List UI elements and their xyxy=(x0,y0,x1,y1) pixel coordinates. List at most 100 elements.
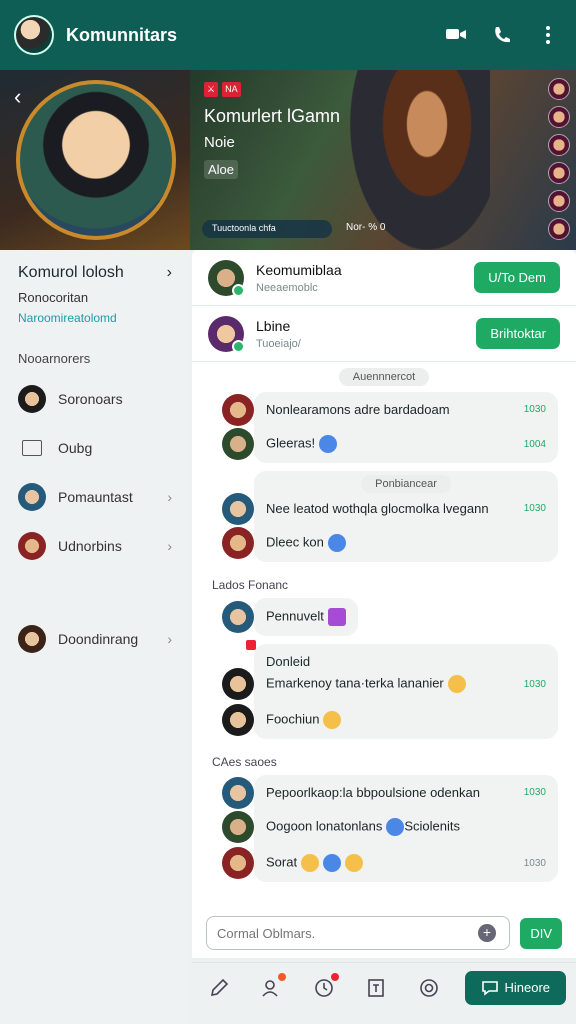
notification-dot xyxy=(278,972,286,981)
message-text: Nonlearamons adre bardadoam xyxy=(266,402,450,417)
profile-item-2[interactable]: Pomauntast › xyxy=(0,472,190,521)
profile-item-label: Soronoars xyxy=(58,390,123,407)
message-thread: Pepoorlkaop:la bbpoulsione odenkan 1030 … xyxy=(210,775,558,882)
hero-thumb-icon[interactable] xyxy=(548,106,570,128)
message-text: Gleeras! xyxy=(266,435,316,451)
settings-icon[interactable] xyxy=(412,971,446,1005)
thread-header: Ponbiancear xyxy=(361,475,451,493)
profile-item-4[interactable]: Doondinrang › xyxy=(0,614,190,663)
game-banner[interactable]: ⚔ NA Komurlert lGamn Noie Aloe Tuuctoonl… xyxy=(190,70,576,250)
chat-bubble-icon xyxy=(481,980,498,996)
message-text: Nee leatod wothqla glocmolka lvegann xyxy=(266,501,489,516)
contact-name: Lbine xyxy=(256,317,291,334)
emoji-icon xyxy=(301,854,320,872)
avatar xyxy=(18,531,46,560)
contact-action-button[interactable]: U/To Dem xyxy=(474,262,560,293)
message-row[interactable]: Nonlearamons adre bardadoam 1030 xyxy=(222,393,546,426)
date-separator: Auennnercot xyxy=(338,368,430,386)
add-attachment-icon[interactable]: + xyxy=(478,924,496,942)
chevron-right-icon: › xyxy=(167,537,172,554)
emoji-icon xyxy=(327,534,346,552)
avatar xyxy=(18,384,46,413)
message-time: 1030 xyxy=(523,404,546,415)
message-thread: Ponbiancear Nee leatod wothqla glocmolka… xyxy=(210,471,558,562)
hero-thumb-icon[interactable] xyxy=(548,190,570,212)
video-call-icon[interactable] xyxy=(442,21,470,49)
hero-thumb-icon[interactable] xyxy=(548,134,570,156)
avatar xyxy=(18,482,46,511)
contact-row[interactable]: Keomumiblaa Neeaemoblc U/To Dem xyxy=(192,250,576,306)
avatar xyxy=(222,527,254,559)
message-row[interactable]: Nee leatod wothqla glocmolka lvegann 103… xyxy=(222,492,546,525)
banner-badges: ⚔ NA xyxy=(204,82,241,97)
contact-row[interactable]: Lbine Tuoeiajo/ Brihtoktar xyxy=(192,306,576,362)
edit-icon[interactable] xyxy=(202,971,236,1005)
message-row[interactable]: Dleec kon xyxy=(222,527,546,559)
message-row[interactable]: Oogoon lonatonlans Sciolenits xyxy=(222,811,546,843)
document-icon[interactable] xyxy=(360,971,394,1005)
more-menu-icon[interactable] xyxy=(534,21,562,49)
profile-item-3[interactable]: Udnorbins › xyxy=(0,521,190,570)
primary-action-label: Hineore xyxy=(504,980,551,995)
profile-item-label: Udnorbins xyxy=(58,537,122,554)
phone-icon[interactable] xyxy=(488,21,516,49)
emoji-icon xyxy=(327,608,346,626)
message-row[interactable]: Sorat 1030 xyxy=(222,847,546,879)
contact-action-button[interactable]: Brihtoktar xyxy=(476,318,560,349)
avatar xyxy=(222,601,254,633)
back-arrow-icon[interactable]: ‹ xyxy=(14,84,21,110)
message-composer: + DIV xyxy=(192,908,576,958)
message-row[interactable]: Foochiun xyxy=(222,704,546,736)
message-row[interactable]: Pepoorlkaop:la bbpoulsione odenkan 1030 xyxy=(222,776,546,809)
activity-icon[interactable] xyxy=(307,971,341,1005)
chevron-right-icon: › xyxy=(167,630,172,647)
message-row[interactable]: Emarkenoy tana·terka lananier 1030 xyxy=(222,668,546,700)
message-text: Foochiun xyxy=(266,711,320,727)
message-row[interactable]: Gleeras! 1004 xyxy=(222,428,546,460)
profile-item-label: Pomauntast xyxy=(58,488,133,505)
chevron-right-icon: › xyxy=(167,488,172,505)
bottom-nav: Hineore xyxy=(192,962,576,1012)
app-avatar[interactable] xyxy=(14,15,54,55)
chevron-right-icon: › xyxy=(166,264,172,281)
top-bar: Komunnitars xyxy=(0,0,576,70)
message-text: Sorat xyxy=(266,854,298,870)
banner-chip[interactable]: Tuuctoonla chfa xyxy=(202,220,332,238)
avatar xyxy=(222,704,254,736)
notification-dot xyxy=(246,640,256,650)
primary-action-button[interactable]: Hineore xyxy=(464,970,567,1005)
profile-section-title: Nooarnorers xyxy=(18,351,91,366)
contact-status: Tuoeiajo/ xyxy=(256,337,301,350)
avatar xyxy=(222,428,254,460)
profile-item-0[interactable]: Soronoars xyxy=(0,374,190,423)
avatar xyxy=(222,847,254,879)
profile-subtitle: Ronocoritan xyxy=(18,290,89,305)
banner-tag: Aloe xyxy=(204,160,239,179)
emoji-icon xyxy=(447,675,466,693)
send-button[interactable]: DIV xyxy=(520,917,562,949)
avatar xyxy=(208,259,245,297)
hero-thumb-icon[interactable] xyxy=(548,218,570,240)
section-label: CAes saoes xyxy=(212,755,277,769)
hero-thumb-icon[interactable] xyxy=(548,78,570,100)
profile-link[interactable]: Naroomireatolomd xyxy=(0,305,190,325)
banner-subtitle: Noie xyxy=(204,134,235,151)
people-icon[interactable] xyxy=(255,971,289,1005)
avatar xyxy=(222,668,254,700)
section-label: Lados Fonanc xyxy=(212,578,289,592)
message-input[interactable] xyxy=(206,916,511,950)
profile-pane: ‹ Komurol lolosh › Ronocoritan Naroomire… xyxy=(0,70,190,1024)
avatar xyxy=(18,624,46,653)
profile-item-1[interactable]: Oubg xyxy=(0,423,190,472)
banner-stat: Nor- % 0 xyxy=(346,222,386,233)
profile-artwork: ‹ xyxy=(0,70,190,250)
profile-portrait xyxy=(16,80,176,240)
profile-name: Komurol lolosh xyxy=(18,264,124,281)
avatar xyxy=(222,776,254,809)
profile-name-row[interactable]: Komurol lolosh › xyxy=(0,250,190,282)
message-row[interactable]: Pennuvelt xyxy=(222,601,346,633)
banner-badge: ⚔ xyxy=(204,82,219,97)
avatar xyxy=(208,315,245,353)
message-text: Pennuvelt xyxy=(266,608,324,624)
hero-thumb-icon[interactable] xyxy=(548,162,570,184)
